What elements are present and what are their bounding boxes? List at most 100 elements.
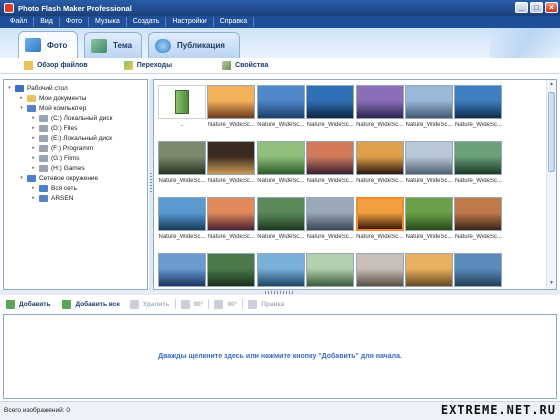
photo-thumbnail[interactable]: Nature_WideSc...: [207, 141, 256, 189]
expand-icon[interactable]: ▸: [18, 95, 25, 101]
maximize-button[interactable]: □: [530, 2, 543, 13]
rotate-right-button[interactable]: 90°: [214, 299, 237, 309]
menu-view[interactable]: Вид: [34, 17, 60, 27]
collapse-icon[interactable]: ▾: [6, 85, 13, 91]
drive-icon: [39, 134, 48, 142]
menu-create[interactable]: Создать: [127, 17, 167, 27]
theme-tab-icon: [91, 38, 107, 53]
expand-icon[interactable]: ▸: [30, 145, 37, 151]
photo-thumbnail[interactable]: Nature_WideSc...: [256, 141, 305, 189]
folder-icon: [175, 90, 189, 114]
add-button[interactable]: Добавить: [6, 299, 50, 309]
tree-item-drive-f[interactable]: ▸ (F:) Programm: [30, 143, 93, 153]
photo-thumbnail[interactable]: Nature_WideSc...: [405, 197, 453, 245]
photo-thumbnail[interactable]: Nature_WideSc...: [454, 141, 503, 189]
photo-thumbnail[interactable]: Nature_WideSc...: [405, 141, 453, 189]
collapse-icon[interactable]: ▾: [18, 175, 25, 181]
tab-theme[interactable]: Тема: [84, 32, 142, 58]
photo-thumbnail[interactable]: Nature_WideSc...: [306, 85, 355, 133]
edit-icon: [248, 299, 258, 309]
expand-icon[interactable]: ▸: [30, 115, 37, 121]
tree-item-drive-e[interactable]: ▸ (E:) Локальный диск: [30, 133, 112, 143]
add-all-button[interactable]: Добавить все: [62, 299, 120, 309]
tree-item-network[interactable]: ▾ Сетевое окружение: [18, 173, 98, 183]
scroll-up-icon[interactable]: ▲: [548, 81, 555, 89]
photo-thumbnail[interactable]: Nature_WideSc...: [256, 85, 305, 133]
expand-icon[interactable]: ▸: [30, 135, 37, 141]
photo-thumbnail[interactable]: Nature_WideSc...: [306, 197, 355, 245]
photo-thumbnail[interactable]: Nature_WideSc...: [158, 197, 206, 245]
parent-folder-thumbnail[interactable]: ..: [158, 85, 206, 133]
photo-thumbnail[interactable]: Nature_WideSc...: [306, 141, 355, 189]
tree-item-my-computer[interactable]: ▾ Мой компьютер: [18, 103, 86, 113]
album-drop-area[interactable]: Дважды щелкните здесь или нажмите кнопку…: [3, 314, 557, 399]
photo-thumbnail[interactable]: Nature_WideSc...: [158, 253, 206, 289]
tree-item-label: (E:) Локальный диск: [51, 134, 113, 142]
tree-item-label: Сетевое окружение: [39, 174, 99, 182]
photo-image: [454, 141, 503, 175]
expand-icon[interactable]: ▸: [30, 125, 37, 131]
photo-thumbnail[interactable]: [306, 253, 355, 289]
close-button[interactable]: ×: [545, 2, 558, 13]
desktop-icon: [15, 84, 24, 92]
expand-icon[interactable]: ▸: [30, 165, 37, 171]
photo-thumbnail[interactable]: Nature_WideSc...: [207, 85, 256, 133]
minimize-button[interactable]: _: [515, 2, 528, 13]
photo-thumbnail[interactable]: [405, 253, 453, 289]
tree-item-desktop[interactable]: ▾ Рабочий стол: [6, 83, 68, 93]
expand-icon[interactable]: ▸: [30, 185, 37, 191]
tree-item-entire-network[interactable]: ▸ Вся сеть: [30, 183, 77, 193]
scroll-thumb[interactable]: [548, 92, 555, 172]
scroll-down-icon[interactable]: ▼: [548, 280, 555, 288]
photo-thumbnail[interactable]: Nature_WideSc...: [355, 197, 404, 245]
photo-thumbnail[interactable]: Nature_WideSc...: [256, 197, 305, 245]
rotate-left-button[interactable]: 90°: [180, 299, 203, 309]
photo-thumbnail[interactable]: Nature_WideSc...: [355, 141, 404, 189]
photo-thumbnail[interactable]: [454, 253, 503, 289]
photo-thumbnail[interactable]: Nature_WideSc...: [158, 141, 206, 189]
tab-photo[interactable]: Фото: [18, 31, 78, 58]
collapse-icon[interactable]: ▾: [18, 105, 25, 111]
tab-publish[interactable]: Публикация: [148, 32, 240, 58]
delete-label: Удалить: [142, 300, 170, 308]
menu-music[interactable]: Музыка: [89, 17, 127, 27]
tree-item-arsen[interactable]: ▸ ARSEN: [30, 193, 73, 203]
photo-thumbnail[interactable]: Nature_WideSc...: [355, 85, 404, 133]
photo-image: [454, 197, 503, 231]
photo-thumbnail[interactable]: Nature_WideSc...: [454, 197, 503, 245]
toolbar-separator: [174, 299, 176, 309]
photo-thumbnail[interactable]: [207, 253, 256, 289]
photo-image: [355, 85, 404, 119]
tree-item-drive-h[interactable]: ▸ (H:) Games: [30, 163, 85, 173]
photo-image: [256, 197, 305, 231]
tree-item-drive-d[interactable]: ▸ (D:) Files: [30, 123, 77, 133]
drive-icon: [39, 154, 48, 162]
menu-settings[interactable]: Настройки: [166, 17, 214, 27]
edit-label: Правка: [261, 300, 285, 308]
browse-files-button[interactable]: Обзор файлов: [24, 61, 88, 70]
photo-thumbnail[interactable]: [355, 253, 404, 289]
photo-thumbnail[interactable]: Nature_WideSc...: [405, 85, 453, 133]
tree-item-drive-g[interactable]: ▸ (G:) Films: [30, 153, 80, 163]
expand-icon[interactable]: ▸: [30, 195, 37, 201]
photo-image: [454, 85, 503, 119]
title-bar: Photo Flash Maker Professional _ □ ×: [0, 0, 560, 16]
tree-item-my-documents[interactable]: ▸ Мои документы: [18, 93, 86, 103]
window-controls: _ □ ×: [515, 2, 558, 13]
add-photo-icon: [6, 299, 15, 309]
tree-item-drive-c[interactable]: ▸ (C:) Локальный диск: [30, 113, 113, 123]
menu-file[interactable]: Файл: [4, 17, 35, 27]
tree-item-label: ARSEN: [51, 194, 74, 202]
expand-icon[interactable]: ▸: [30, 155, 37, 161]
photo-thumbnail[interactable]: Nature_WideSc...: [454, 85, 503, 133]
menu-photo[interactable]: Фото: [60, 17, 89, 27]
edit-button[interactable]: Правка: [248, 299, 285, 309]
photo-image: [355, 197, 404, 231]
gallery-scrollbar[interactable]: ▲ ▼: [546, 80, 556, 289]
transitions-button[interactable]: Переходы: [123, 61, 172, 70]
photo-thumbnail[interactable]: Nature_WideSc...: [207, 197, 256, 245]
photo-thumbnail[interactable]: [256, 253, 305, 289]
menu-help[interactable]: Справка: [214, 17, 255, 27]
properties-button[interactable]: Свойства: [222, 61, 268, 70]
delete-button[interactable]: Удалить: [129, 299, 170, 309]
